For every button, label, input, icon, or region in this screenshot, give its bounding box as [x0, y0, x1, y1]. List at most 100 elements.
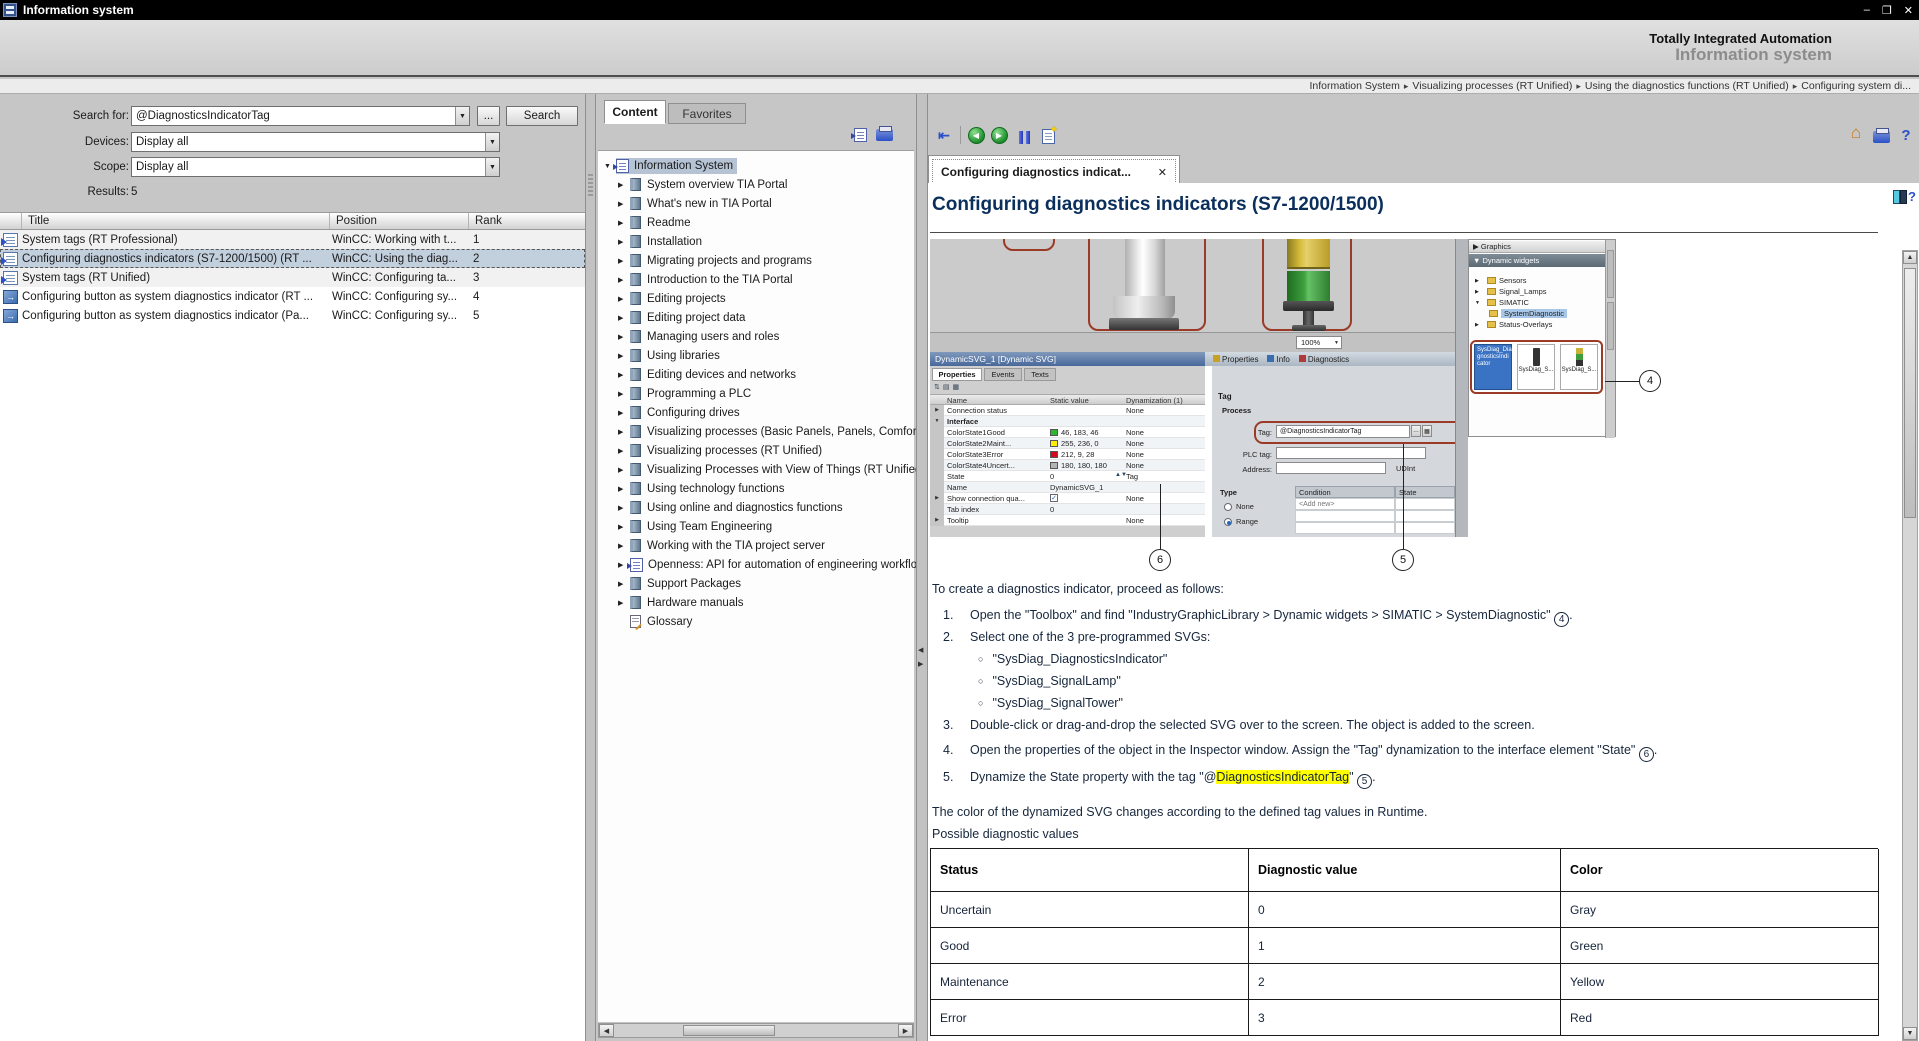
- breadcrumb-item[interactable]: Using the diagnostics functions (RT Unif…: [1585, 80, 1789, 92]
- tree-item[interactable]: ▶Using libraries: [618, 349, 720, 362]
- chevron-right-icon[interactable]: ▶: [618, 466, 630, 474]
- chevron-right-icon[interactable]: ▶: [618, 352, 630, 360]
- column-position[interactable]: Position: [330, 213, 469, 229]
- content-vertical-scrollbar[interactable]: ▲ ▼: [1902, 250, 1918, 1041]
- tree-root-information-system[interactable]: ▼ Information System: [604, 158, 737, 174]
- breadcrumb-item[interactable]: Configuring system di...: [1801, 80, 1911, 92]
- chevron-right-icon[interactable]: ▶: [618, 542, 630, 550]
- chevron-right-icon[interactable]: ▶: [618, 523, 630, 531]
- tree-item[interactable]: ▶Managing users and roles: [618, 330, 779, 343]
- chevron-right-icon[interactable]: ▶: [618, 276, 630, 284]
- right-splitter[interactable]: ◀ ▶: [916, 94, 928, 1041]
- chevron-right-icon[interactable]: ▶: [618, 257, 630, 265]
- pause-button[interactable]: [1014, 128, 1034, 146]
- more-button[interactable]: ...: [477, 106, 500, 126]
- chevron-right-icon[interactable]: ▶: [618, 409, 630, 417]
- chevron-right-icon[interactable]: ▶: [618, 428, 630, 436]
- help-document-tab[interactable]: Configuring diagnostics indicat... ✕: [928, 155, 1180, 184]
- book-help-icon[interactable]: ?: [1893, 188, 1917, 205]
- scroll-right-icon[interactable]: ▶: [898, 1024, 913, 1037]
- tree-item[interactable]: ▶Hardware manuals: [618, 596, 744, 609]
- chevron-right-icon[interactable]: ▶: [618, 219, 630, 227]
- grid-row: ColorState1Good46, 183, 46None: [930, 427, 1205, 438]
- tree-item[interactable]: ▶Configuring drives: [618, 406, 740, 419]
- maximize-icon[interactable]: ❐: [1882, 4, 1892, 17]
- tree-item[interactable]: ▶Visualizing processes (RT Unified): [618, 444, 822, 457]
- breadcrumb-item[interactable]: Information System: [1309, 80, 1399, 92]
- new-page-icon[interactable]: [1038, 127, 1058, 145]
- home-icon[interactable]: ⌂: [1846, 124, 1866, 142]
- tree-item[interactable]: ▶Openness: API for automation of enginee…: [618, 558, 931, 572]
- show-topic-in-contents-icon[interactable]: [850, 126, 870, 144]
- tree-item[interactable]: ▶Editing devices and networks: [618, 368, 796, 381]
- search-dropdown-icon[interactable]: [455, 107, 469, 125]
- search-button[interactable]: Search: [506, 106, 578, 126]
- print-topic-icon[interactable]: [874, 126, 894, 144]
- tree-item[interactable]: ▶What's new in TIA Portal: [618, 197, 772, 210]
- devices-select[interactable]: Display all: [131, 132, 500, 152]
- scroll-up-icon[interactable]: ▲: [1903, 251, 1917, 264]
- contents-horizontal-scrollbar[interactable]: ◀ ▶: [598, 1023, 914, 1038]
- chevron-right-icon[interactable]: ▶: [618, 200, 630, 208]
- scroll-left-icon[interactable]: ◀: [599, 1024, 614, 1037]
- result-rank: 4: [473, 291, 479, 303]
- chevron-right-icon[interactable]: ▶: [618, 599, 630, 607]
- chevron-right-icon[interactable]: ▶: [618, 314, 630, 322]
- tree-item[interactable]: ▶Support Packages: [618, 577, 741, 590]
- tree-item[interactable]: ▶Glossary: [618, 615, 692, 628]
- chevron-right-icon[interactable]: ▶: [618, 580, 630, 588]
- tab-favorites[interactable]: Favorites: [668, 103, 746, 124]
- tree-item[interactable]: ▶Editing projects: [618, 292, 726, 305]
- chevron-right-icon[interactable]: ▶: [618, 447, 630, 455]
- scrollbar-thumb[interactable]: [1904, 268, 1916, 518]
- table-row[interactable]: Configuring button as system diagnostics…: [0, 306, 585, 325]
- close-tab-icon[interactable]: ✕: [1158, 166, 1167, 179]
- tree-item[interactable]: ▶Working with the TIA project server: [618, 539, 825, 552]
- chevron-right-icon[interactable]: ▶: [618, 390, 630, 398]
- chevron-right-icon[interactable]: ▶: [618, 504, 630, 512]
- close-icon[interactable]: ✕: [1904, 4, 1913, 17]
- scope-dropdown-icon[interactable]: [485, 158, 499, 176]
- chevron-right-icon[interactable]: ▶: [618, 371, 630, 379]
- devices-dropdown-icon[interactable]: [485, 133, 499, 151]
- tree-item[interactable]: ▶Installation: [618, 235, 702, 248]
- chevron-right-icon[interactable]: ▶: [618, 181, 630, 189]
- tree-item[interactable]: ▶Programming a PLC: [618, 387, 751, 400]
- tree-item[interactable]: ▶System overview TIA Portal: [618, 178, 787, 191]
- chevron-right-icon[interactable]: ▶: [618, 295, 630, 303]
- tree-item[interactable]: ▶Using online and diagnostics functions: [618, 501, 843, 514]
- tree-item[interactable]: ▶Readme: [618, 216, 690, 229]
- chevron-right-icon[interactable]: ▶: [618, 238, 630, 246]
- minimize-icon[interactable]: –: [1864, 4, 1870, 17]
- collapse-right-icon[interactable]: ▶: [918, 660, 923, 668]
- print-icon[interactable]: [1871, 128, 1891, 146]
- tree-item[interactable]: ▶Visualizing processes (Basic Panels, Pa…: [618, 425, 925, 438]
- search-input[interactable]: @DiagnosticsIndicatorTag: [131, 106, 470, 126]
- table-row-selected[interactable]: Configuring diagnostics indicators (S7-1…: [0, 249, 585, 268]
- forward-button[interactable]: ▶: [989, 126, 1009, 144]
- tree-item[interactable]: ▶Using technology functions: [618, 482, 784, 495]
- table-row[interactable]: Configuring button as system diagnostics…: [0, 287, 585, 306]
- help-icon[interactable]: ?: [1896, 126, 1916, 144]
- tree-item[interactable]: ▶Migrating projects and programs: [618, 254, 812, 267]
- tree-item[interactable]: ▶Editing project data: [618, 311, 745, 324]
- column-title[interactable]: Title: [22, 213, 330, 229]
- table-row[interactable]: System tags (RT Unified) WinCC: Configur…: [0, 268, 585, 287]
- tree-item[interactable]: ▶Using Team Engineering: [618, 520, 772, 533]
- breadcrumb-item[interactable]: Visualizing processes (RT Unified): [1412, 80, 1572, 92]
- tree-item[interactable]: ▶Introduction to the TIA Portal: [618, 273, 793, 286]
- chevron-right-icon[interactable]: ▶: [618, 485, 630, 493]
- tree-root-label: Information System: [634, 160, 733, 172]
- left-splitter[interactable]: [585, 94, 596, 1041]
- chevron-right-icon[interactable]: ▶: [618, 333, 630, 341]
- scope-select[interactable]: Display all: [131, 157, 500, 177]
- scroll-down-icon[interactable]: ▼: [1903, 1027, 1917, 1040]
- scrollbar-thumb[interactable]: [683, 1025, 775, 1036]
- column-rank[interactable]: Rank: [469, 213, 585, 229]
- collapse-left-icon[interactable]: ◀: [918, 646, 923, 654]
- back-button[interactable]: ◀: [966, 126, 986, 144]
- tree-item[interactable]: ▶Visualizing Processes with View of Thin…: [618, 463, 925, 476]
- tab-content[interactable]: Content: [604, 100, 666, 124]
- table-row[interactable]: System tags (RT Professional) WinCC: Wor…: [0, 230, 585, 249]
- locate-in-contents-icon[interactable]: ⇤: [934, 126, 954, 144]
